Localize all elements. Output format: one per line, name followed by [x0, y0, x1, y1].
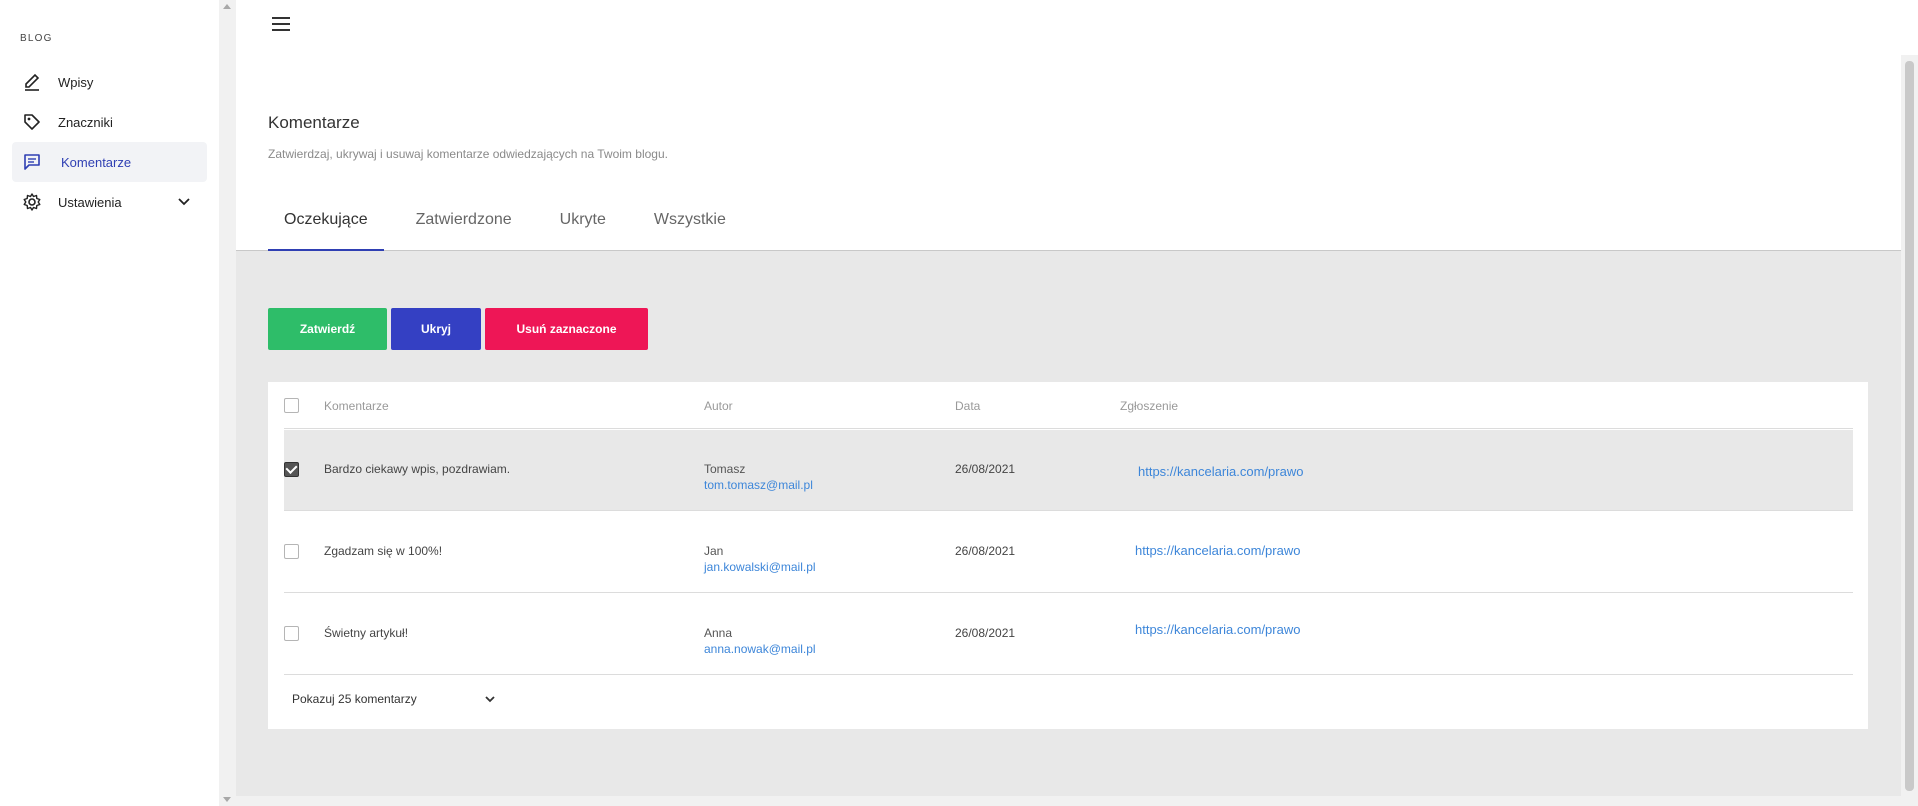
horizontal-scrollbar[interactable] [236, 796, 1901, 806]
page-title: Komentarze [268, 113, 360, 132]
sidebar-item-znaczniki[interactable]: Znaczniki [12, 102, 207, 142]
row-checkbox[interactable] [284, 462, 299, 477]
page-scrollbar[interactable] [1901, 55, 1918, 806]
author-email[interactable]: tom.tomasz@mail.pl [704, 478, 813, 492]
comments-table: Komentarze Autor Data Zgłoszenie Bardzo … [268, 382, 1868, 729]
report-link[interactable]: https://kancelaria.com/prawo [1138, 464, 1303, 479]
comment-date: 26/08/2021 [955, 544, 1016, 558]
page-size-label: Pokazuj 25 komentarzy [292, 692, 417, 706]
column-header-report: Zgłoszenie [1120, 399, 1179, 413]
main-content: Komentarze Zatwierdzaj, ukrywaj i usuwaj… [236, 0, 1918, 806]
chevron-down-icon[interactable] [175, 193, 193, 211]
sidebar-item-label: Wpisy [58, 74, 94, 90]
top-bar [236, 0, 1918, 55]
table-row[interactable]: Zgadzam się w 100%! Jan jan.kowalski@mai… [284, 512, 1853, 593]
table-row[interactable]: Świetny artykuł! Anna anna.nowak@mail.pl… [284, 594, 1853, 675]
sidebar: BLOG Wpisy Znaczniki Komentarze Ustawien… [0, 0, 219, 806]
scrollbar-thumb[interactable] [1905, 61, 1914, 791]
tabs: Oczekujące Zatwierdzone Ukryte Wszystkie [268, 209, 758, 251]
hide-button[interactable]: Ukryj [391, 308, 481, 350]
sidebar-item-label: Znaczniki [58, 114, 113, 130]
comment-text: Bardzo ciekawy wpis, pozdrawiam. [324, 462, 511, 476]
table-row[interactable]: Bardzo ciekawy wpis, pozdrawiam. Tomasz … [284, 430, 1853, 511]
sidebar-item-label: Komentarze [61, 154, 132, 170]
menu-icon[interactable] [272, 17, 292, 37]
report-link[interactable]: https://kancelaria.com/prawo [1135, 543, 1300, 558]
author-name: Anna [704, 626, 733, 640]
comment-text: Zgadzam się w 100%! [324, 544, 443, 558]
column-header-date: Data [955, 399, 981, 413]
tab-oczekujace[interactable]: Oczekujące [268, 209, 384, 251]
sidebar-item-ustawienia[interactable]: Ustawienia [12, 182, 207, 222]
column-header-author: Autor [704, 399, 733, 413]
tab-zatwierdzone[interactable]: Zatwierdzone [400, 209, 528, 251]
page-subtitle: Zatwierdzaj, ukrywaj i usuwaj komentarze… [268, 147, 668, 161]
sidebar-item-komentarze[interactable]: Komentarze [12, 142, 207, 182]
sidebar-item-label: Ustawienia [58, 194, 122, 210]
comment-text: Świetny artykuł! [324, 626, 409, 640]
scroll-up-icon[interactable] [223, 4, 231, 9]
table-header: Komentarze Autor Data Zgłoszenie [284, 382, 1853, 429]
chevron-down-icon [483, 692, 497, 706]
page-header: Komentarze Zatwierdzaj, ukrywaj i usuwaj… [236, 55, 1901, 251]
comment-date: 26/08/2021 [955, 626, 1016, 640]
approve-button[interactable]: Zatwierdź [268, 308, 387, 350]
pencil-icon [21, 71, 43, 93]
tab-ukryte[interactable]: Ukryte [544, 209, 622, 251]
gear-icon [21, 191, 43, 213]
page-size-select[interactable]: Pokazuj 25 komentarzy [292, 692, 497, 706]
sidebar-scrollbar[interactable] [219, 0, 236, 806]
column-header-comments: Komentarze [324, 399, 389, 413]
sidebar-item-wpisy[interactable]: Wpisy [12, 62, 207, 102]
sidebar-section-title: BLOG [20, 33, 53, 44]
delete-selected-button[interactable]: Usuń zaznaczone [485, 308, 648, 350]
tag-icon [21, 111, 43, 133]
comment-date: 26/08/2021 [955, 462, 1016, 476]
comment-icon [21, 151, 43, 173]
author-email[interactable]: anna.nowak@mail.pl [704, 642, 816, 656]
author-email[interactable]: jan.kowalski@mail.pl [704, 560, 816, 574]
row-checkbox[interactable] [284, 626, 299, 641]
select-all-checkbox[interactable] [284, 398, 299, 413]
author-name: Tomasz [704, 462, 746, 476]
report-link[interactable]: https://kancelaria.com/prawo [1135, 622, 1300, 637]
author-name: Jan [704, 544, 724, 558]
bulk-actions: Zatwierdź Ukryj Usuń zaznaczone [268, 308, 648, 350]
scroll-down-icon[interactable] [223, 797, 231, 802]
tab-wszystkie[interactable]: Wszystkie [638, 209, 742, 251]
row-checkbox[interactable] [284, 544, 299, 559]
